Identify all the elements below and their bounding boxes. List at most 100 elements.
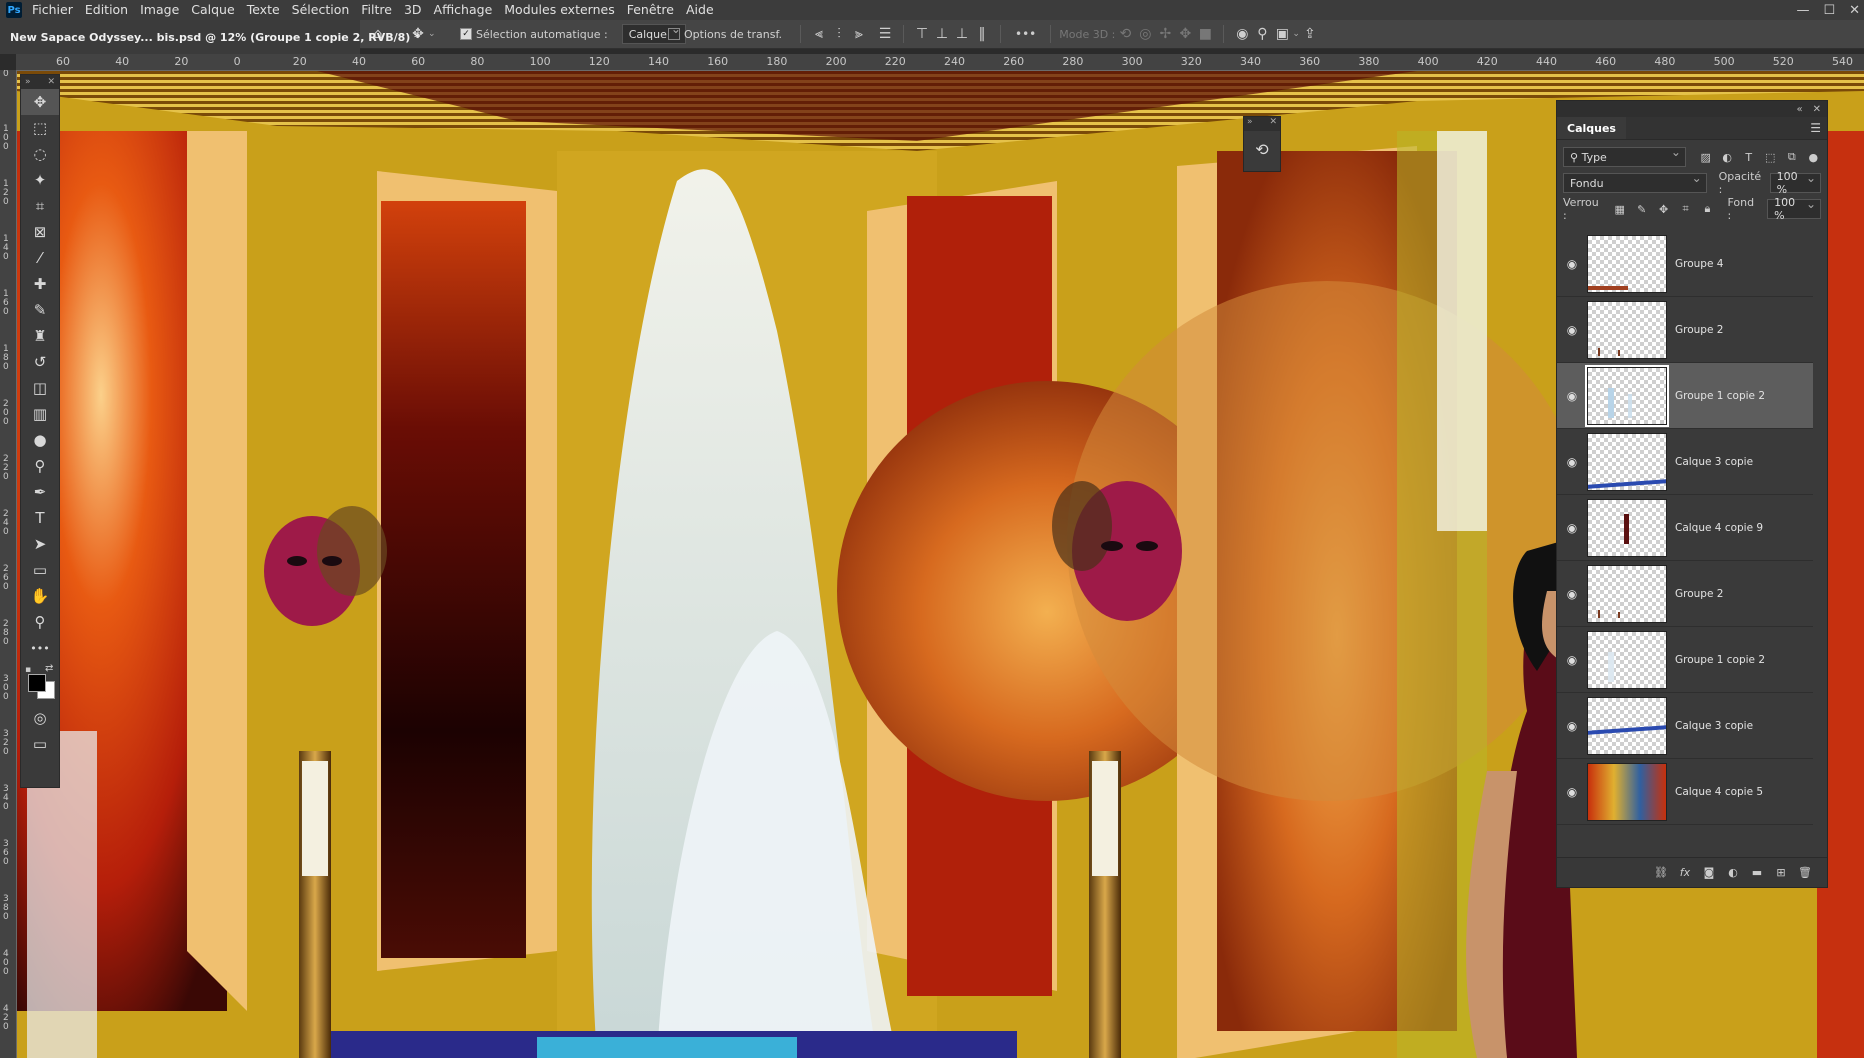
- new-layer-icon[interactable]: ⊞: [1773, 865, 1789, 881]
- menu-texte[interactable]: Texte: [243, 0, 288, 20]
- lock-artboard-icon[interactable]: ⌗: [1678, 201, 1694, 217]
- dodge-tool[interactable]: ⚲: [21, 453, 59, 479]
- blur-tool[interactable]: ●: [21, 427, 59, 453]
- menu-fichier[interactable]: Fichier: [28, 0, 81, 20]
- close-icon[interactable]: ✕: [47, 77, 55, 87]
- layer-name[interactable]: Groupe 1 copie 2: [1675, 390, 1765, 402]
- filter-type-icon[interactable]: T: [1741, 149, 1757, 165]
- history-icon[interactable]: ⟲: [1244, 131, 1280, 167]
- foreground-color-swatch[interactable]: [28, 674, 46, 692]
- swap-colors-icon[interactable]: ⇄: [45, 663, 53, 674]
- trash-icon[interactable]: 🗑︎: [1797, 865, 1813, 881]
- menu-calque[interactable]: Calque: [187, 0, 242, 20]
- workspace-icon[interactable]: ▣: [1272, 24, 1292, 44]
- collapse-icon[interactable]: «: [1796, 104, 1802, 115]
- layer-row[interactable]: ◉ Groupe 1 copie 2: [1557, 627, 1813, 693]
- roll-3d-icon[interactable]: ◎: [1135, 24, 1155, 44]
- eraser-tool[interactable]: ◫: [21, 375, 59, 401]
- menu-affichage[interactable]: Affichage: [430, 0, 501, 20]
- layer-thumbnail[interactable]: [1587, 696, 1667, 755]
- layer-row[interactable]: ◉ Calque 3 copie: [1557, 693, 1813, 759]
- minimize-icon[interactable]: —: [1796, 3, 1809, 18]
- marquee-tool[interactable]: ⬚: [21, 115, 59, 141]
- layer-name[interactable]: Calque 3 copie: [1675, 720, 1753, 732]
- layer-thumbnail[interactable]: [1587, 498, 1667, 557]
- menu-image[interactable]: Image: [136, 0, 187, 20]
- visibility-eye-icon[interactable]: ◉: [1557, 653, 1587, 667]
- filter-smart-object-icon[interactable]: ⧉: [1784, 149, 1800, 165]
- eyedropper-tool[interactable]: ⁄: [21, 245, 59, 271]
- zoom-tool[interactable]: ⚲: [21, 609, 59, 635]
- layer-name[interactable]: Calque 3 copie: [1675, 456, 1753, 468]
- more-tools[interactable]: •••: [21, 635, 59, 661]
- layer-thumbnail[interactable]: [1587, 300, 1667, 359]
- distribute-horizontal-icon[interactable]: ‖: [972, 24, 992, 44]
- history-brush-tool[interactable]: ↺: [21, 349, 59, 375]
- layer-name[interactable]: Groupe 1 copie 2: [1675, 654, 1765, 666]
- align-middle-icon[interactable]: ⊥: [932, 24, 952, 44]
- hand-tool[interactable]: ✋: [21, 583, 59, 609]
- gradient-tool[interactable]: ▥: [21, 401, 59, 427]
- type-tool[interactable]: T: [21, 505, 59, 531]
- align-bottom-icon[interactable]: ⊥: [952, 24, 972, 44]
- menu-filtre[interactable]: Filtre: [357, 0, 400, 20]
- screen-mode-button[interactable]: ▭: [21, 731, 59, 757]
- layer-row[interactable]: ◉ Calque 4 copie 9: [1557, 495, 1813, 561]
- menu-modules-externes[interactable]: Modules externes: [500, 0, 622, 20]
- layer-row[interactable]: ◉ Calque 3 copie: [1557, 429, 1813, 495]
- menu-edition[interactable]: Edition: [81, 0, 136, 20]
- distribute-icon[interactable]: ☰: [875, 24, 895, 44]
- layer-row[interactable]: ◉ Groupe 2: [1557, 297, 1813, 363]
- lock-transparent-icon[interactable]: ▦: [1612, 201, 1628, 217]
- visibility-eye-icon[interactable]: ◉: [1557, 389, 1587, 403]
- align-top-icon[interactable]: ⊤: [912, 24, 932, 44]
- lock-all-icon[interactable]: 🔒︎: [1700, 201, 1716, 217]
- layer-thumbnail[interactable]: [1587, 432, 1667, 491]
- clone-stamp-tool[interactable]: ♜: [21, 323, 59, 349]
- pan-3d-icon[interactable]: ✢: [1155, 24, 1175, 44]
- brush-tool[interactable]: ✎: [21, 297, 59, 323]
- adjustment-icon[interactable]: ◐: [1725, 865, 1741, 881]
- visibility-eye-icon[interactable]: ◉: [1557, 257, 1587, 271]
- layer-thumbnail[interactable]: [1585, 364, 1669, 427]
- panel-menu-icon[interactable]: ☰: [1810, 121, 1827, 135]
- lock-image-icon[interactable]: ✎: [1634, 201, 1650, 217]
- close-icon[interactable]: ✕: [1813, 104, 1821, 115]
- auto-select-checkbox[interactable]: ✓: [460, 28, 472, 40]
- lasso-tool[interactable]: ◌: [21, 141, 59, 167]
- layer-row[interactable]: ◉ Groupe 4: [1557, 231, 1813, 297]
- visibility-eye-icon[interactable]: ◉: [1557, 785, 1587, 799]
- layer-thumbnail[interactable]: [1587, 630, 1667, 689]
- filter-toggle-icon[interactable]: ●: [1806, 149, 1822, 165]
- move-tool[interactable]: ✥: [21, 89, 59, 115]
- layer-name[interactable]: Groupe 2: [1675, 324, 1723, 336]
- align-center-icon[interactable]: ⫶: [829, 24, 849, 44]
- healing-brush-tool[interactable]: ✚: [21, 271, 59, 297]
- layer-thumbnail[interactable]: [1587, 234, 1667, 293]
- horizontal-ruler[interactable]: 60 40 20 0 20 40 60 80 100 120 140 160 180 200 220 240 2…: [16, 54, 1864, 71]
- camera-3d-icon[interactable]: ■: [1195, 24, 1215, 44]
- visibility-eye-icon[interactable]: ◉: [1557, 323, 1587, 337]
- folder-icon[interactable]: ▬: [1749, 865, 1765, 881]
- filter-shape-icon[interactable]: ⬚: [1762, 149, 1778, 165]
- chevron-down-icon[interactable]: ⌄: [1292, 29, 1300, 39]
- tab-calques[interactable]: Calques: [1557, 117, 1626, 139]
- menu-selection[interactable]: Sélection: [288, 0, 358, 20]
- layer-name[interactable]: Calque 4 copie 9: [1675, 522, 1763, 534]
- link-icon[interactable]: ⛓: [1653, 865, 1669, 881]
- rectangle-tool[interactable]: ▭: [21, 557, 59, 583]
- search-icon[interactable]: ⚲: [1252, 24, 1272, 44]
- close-icon[interactable]: ✕: [1269, 117, 1277, 131]
- vertical-ruler[interactable]: 0 1 0 0 1 2 0 1 4 0 1 6 0 1 8 0 2 0 0 2 2 0 2 4 …: [0, 70, 17, 1058]
- fill-input[interactable]: 100 %: [1767, 196, 1822, 222]
- close-icon[interactable]: ✕: [1849, 3, 1860, 18]
- collapse-icon[interactable]: »: [25, 77, 31, 87]
- visibility-eye-icon[interactable]: ◉: [1557, 455, 1587, 469]
- lock-position-icon[interactable]: ✥: [1656, 201, 1672, 217]
- layer-thumbnail[interactable]: [1587, 564, 1667, 623]
- maximize-icon[interactable]: ☐: [1823, 3, 1835, 18]
- layer-row[interactable]: ◉ Calque 4 copie 5: [1557, 759, 1813, 825]
- layer-name[interactable]: Groupe 2: [1675, 588, 1723, 600]
- blend-mode-dropdown[interactable]: Fondu: [1563, 171, 1707, 193]
- layer-row[interactable]: ◉ Groupe 1 copie 2: [1557, 363, 1813, 429]
